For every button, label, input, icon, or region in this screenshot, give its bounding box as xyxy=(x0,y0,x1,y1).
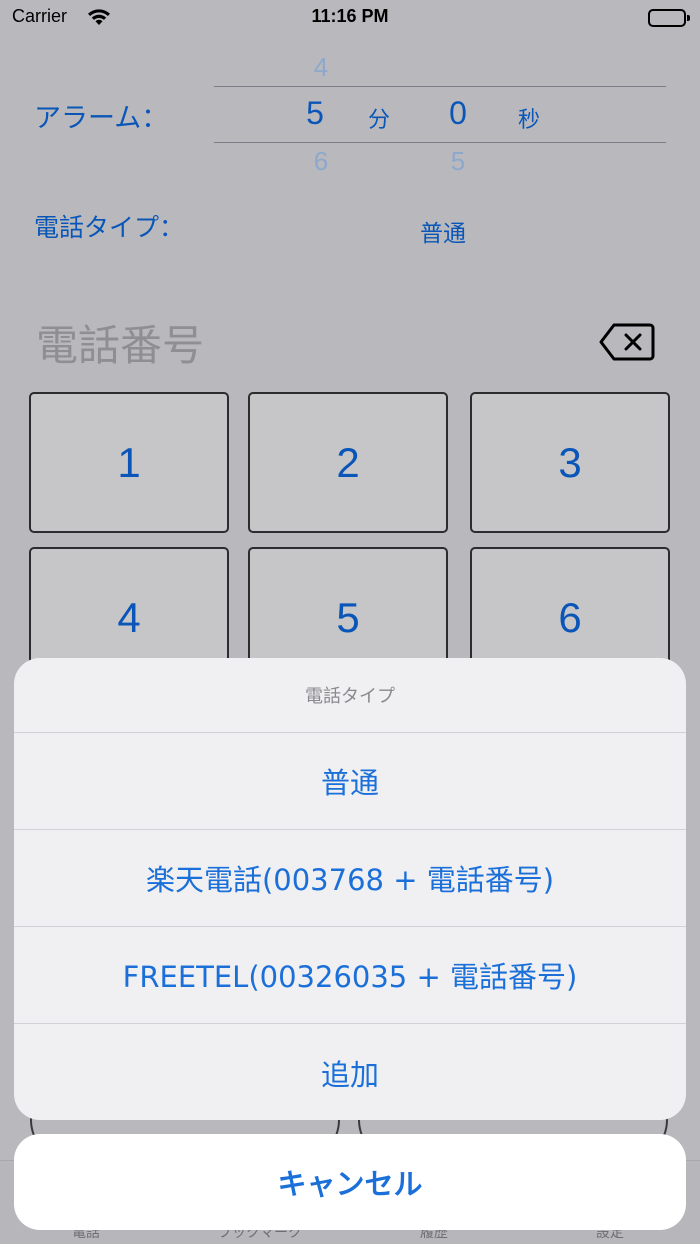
phone-type-value[interactable]: 普通 xyxy=(420,214,466,248)
status-time: 11:16 PM xyxy=(311,6,389,26)
action-sheet-title: 電話タイプ xyxy=(14,658,686,733)
status-bar: Carrier 11:16 PM xyxy=(0,0,700,40)
cancel-button[interactable]: キャンセル xyxy=(14,1134,686,1230)
second-option-below[interactable]: 5 xyxy=(443,146,473,177)
key-3[interactable]: 3 xyxy=(470,392,670,533)
minute-selected[interactable]: 5 xyxy=(300,95,330,132)
backspace-icon[interactable] xyxy=(598,322,656,366)
battery-icon xyxy=(648,9,690,27)
alarm-label: アラーム： xyxy=(34,103,169,134)
option-normal[interactable]: 普通 xyxy=(14,733,686,830)
option-rakuten[interactable]: 楽天電話(003768 + 電話番号) xyxy=(14,830,686,927)
phone-number-field[interactable]: 電話番号 xyxy=(36,312,204,373)
picker-bottom-line xyxy=(214,142,666,143)
phone-type-label: 電話タイプ： xyxy=(34,213,185,242)
option-freetel[interactable]: FREETEL(00326035 + 電話番号) xyxy=(14,927,686,1024)
option-add[interactable]: 追加 xyxy=(14,1024,686,1120)
minute-option-below[interactable]: 6 xyxy=(306,146,336,177)
minute-unit: 分 xyxy=(368,108,391,133)
second-selected[interactable]: 0 xyxy=(443,95,473,132)
minute-option-above[interactable]: 4 xyxy=(306,52,336,83)
picker-top-line xyxy=(214,86,666,87)
phone-type-action-sheet: 電話タイプ 普通 楽天電話(003768 + 電話番号) FREETEL(003… xyxy=(14,658,686,1120)
key-2[interactable]: 2 xyxy=(248,392,448,533)
key-1[interactable]: 1 xyxy=(29,392,229,533)
second-unit: 秒 xyxy=(518,108,541,133)
